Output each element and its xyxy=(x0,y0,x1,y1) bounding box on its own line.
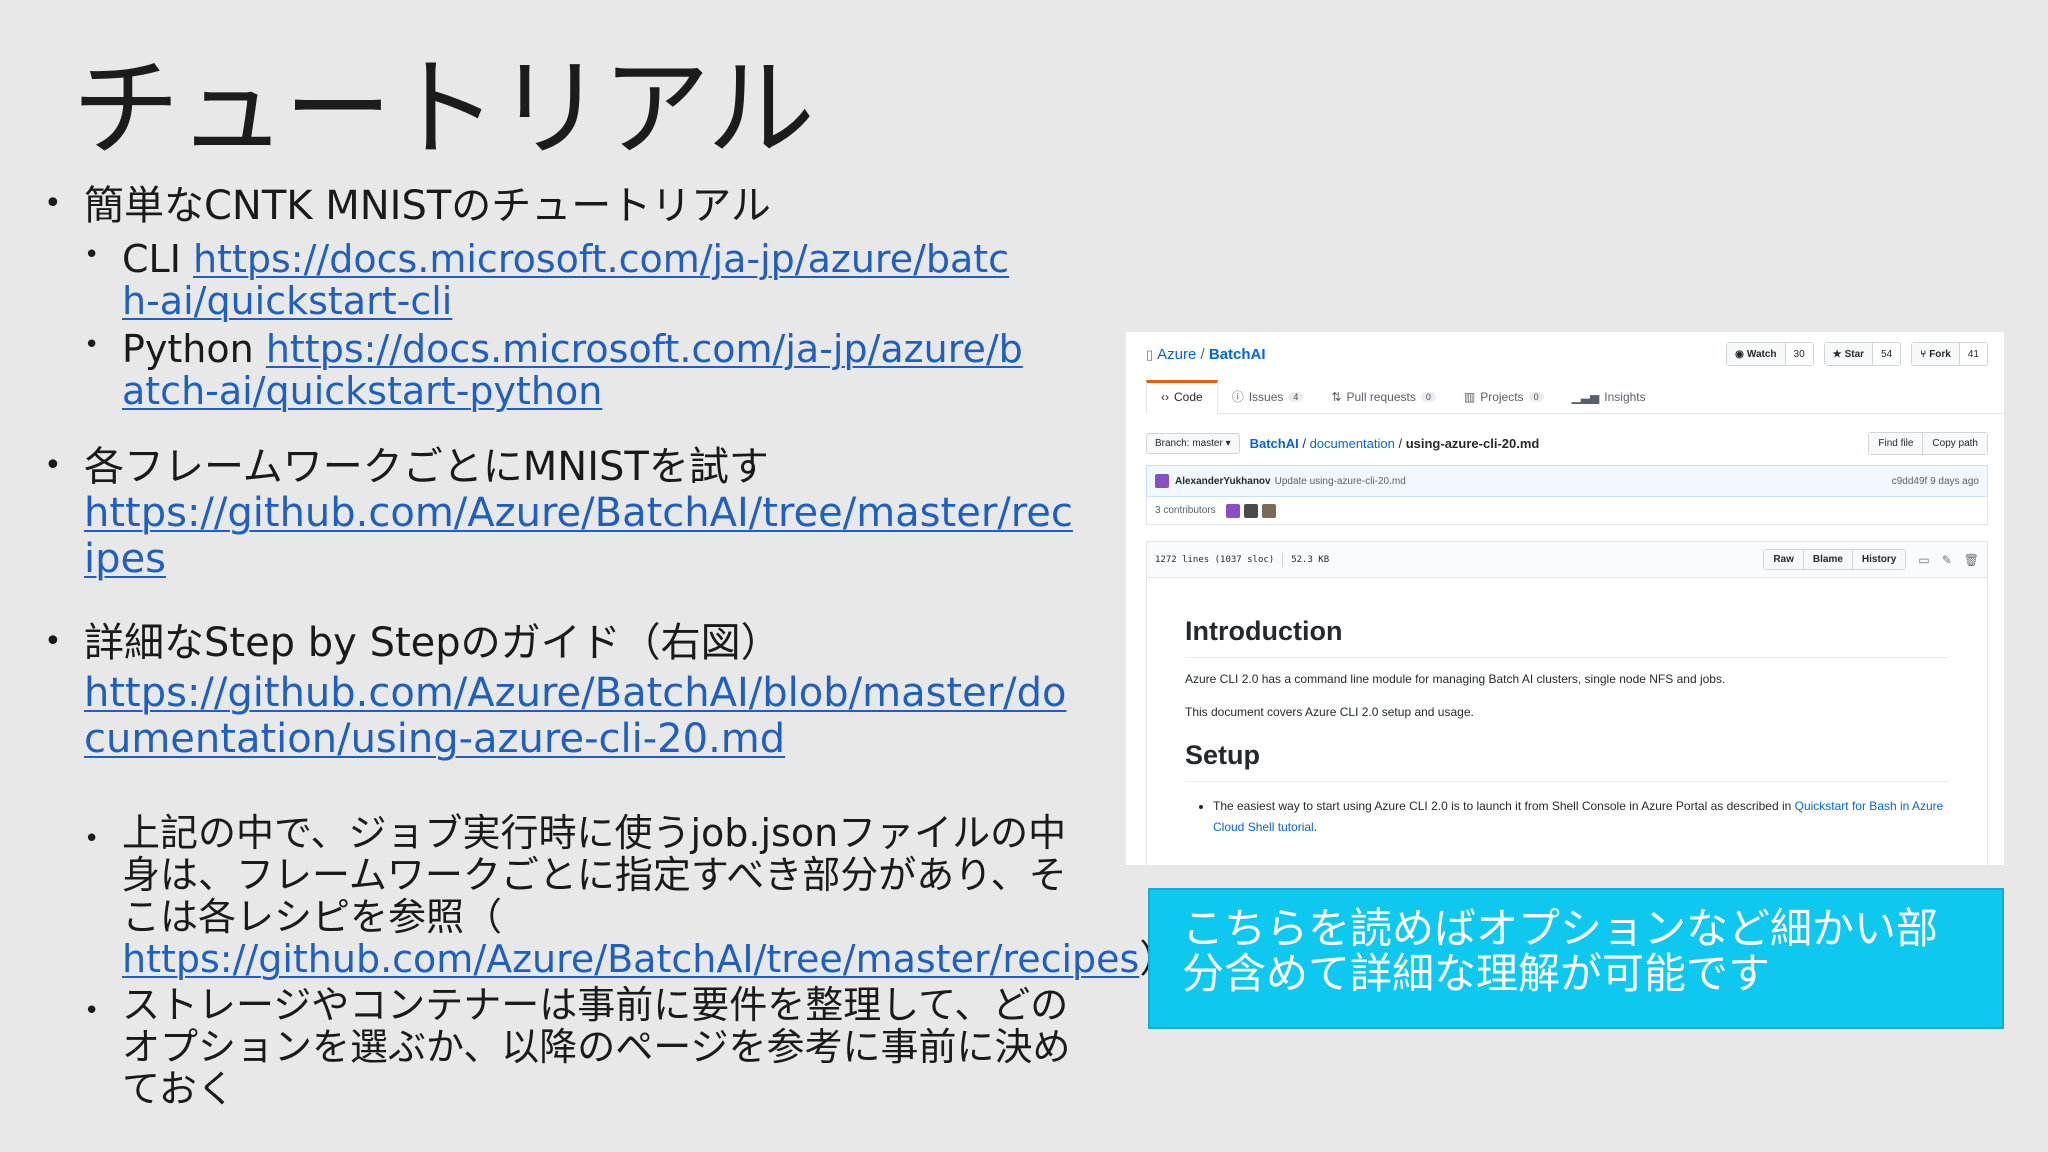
commit-meta[interactable]: c9dd49f 9 days ago xyxy=(1892,476,1979,487)
star-button[interactable]: ★ Star 54 xyxy=(1823,342,1902,366)
pr-count: 0 xyxy=(1420,391,1436,402)
tab-projects[interactable]: ▥ Projects 0 xyxy=(1450,380,1558,413)
fork-count: 41 xyxy=(1967,348,1979,360)
avatar[interactable] xyxy=(1243,503,1258,518)
cli-label: CLI xyxy=(122,237,193,281)
python-label: Python xyxy=(122,327,266,371)
bullet-job-json: 上記の中で、ジョブ実行時に使うjob.jsonファイルの中身は、フレームワークご… xyxy=(122,811,1177,980)
step-guide-text: 詳細なStep by Stepのガイド（右図） xyxy=(84,620,781,666)
bullet-dot: • xyxy=(44,448,62,483)
bullet-storage: ストレージやコンテナーは事前に要件を整理して、どのオプションを選ぶか、以降のペー… xyxy=(122,983,1071,1111)
repo-book-icon: ▯ xyxy=(1146,347,1154,362)
contributors-row: 3 contributors xyxy=(1146,497,1988,525)
repo-actions: ◉ Watch 30 ★ Star 54 ⑂ Fork 41 xyxy=(1726,342,1988,366)
bullet-step-by-step: 詳細なStep by Stepのガイド（右図） https://github.c… xyxy=(84,620,1084,762)
repo-tabs: ‹› Code ⓘ Issues 4 ⇅ Pull requests 0 ▥ Project… xyxy=(1146,380,2004,414)
bullet-python: Python https://docs.microsoft.com/ja-jp/… xyxy=(122,328,1042,412)
star-count: 54 xyxy=(1881,348,1893,360)
copy-path-button[interactable]: Copy path xyxy=(1922,433,1987,454)
tab-issues[interactable]: ⓘ Issues 4 xyxy=(1218,380,1318,413)
pull-request-icon: ⇅ xyxy=(1331,389,1342,404)
repo-owner-link[interactable]: Azure xyxy=(1157,346,1196,363)
branch-selector[interactable]: Branch: master ▾ xyxy=(1146,433,1240,454)
breadcrumb-repo[interactable]: BatchAI xyxy=(1250,436,1299,451)
watch-button[interactable]: ◉ Watch 30 xyxy=(1726,342,1814,366)
code-icon: ‹› xyxy=(1161,390,1169,404)
find-file-button[interactable]: Find file xyxy=(1869,433,1923,454)
avatar[interactable] xyxy=(1261,503,1276,518)
latest-commit: AlexanderYukhanov Update using-azure-cli… xyxy=(1146,465,1988,497)
bullet-dot: • xyxy=(84,240,100,270)
contributors-count[interactable]: 3 contributors xyxy=(1155,505,1216,516)
recipes-link-2[interactable]: https://github.com/Azure/BatchAI/tree/ma… xyxy=(122,937,1139,981)
desktop-icon[interactable]: ▭ xyxy=(1918,553,1929,567)
projects-count: 0 xyxy=(1528,391,1544,402)
bullet-cli: CLI https://docs.microsoft.com/ja-jp/azu… xyxy=(122,238,1022,322)
avatar[interactable] xyxy=(1225,503,1240,518)
file-size: 52.3 KB xyxy=(1291,554,1330,565)
heading-introduction: Introduction xyxy=(1185,578,1949,658)
file-buttons: Raw Blame History xyxy=(1763,549,1907,570)
tab-pull-requests[interactable]: ⇅ Pull requests 0 xyxy=(1317,380,1449,413)
fork-button[interactable]: ⑂ Fork 41 xyxy=(1911,342,1988,366)
issues-count: 4 xyxy=(1288,391,1304,402)
star-icon: ★ xyxy=(1832,348,1842,360)
pencil-icon[interactable]: ✎ xyxy=(1942,553,1952,567)
bullet-dot: • xyxy=(84,330,100,360)
issue-icon: ⓘ xyxy=(1231,390,1244,404)
paragraph: Azure CLI 2.0 has a command line module … xyxy=(1185,672,1726,686)
repo-header: ▯ Azure / BatchAI xyxy=(1146,346,1266,363)
markdown-body: Introduction Azure CLI 2.0 has a command… xyxy=(1147,578,1987,838)
breadcrumb-folder[interactable]: documentation xyxy=(1310,436,1395,451)
avatar xyxy=(1155,474,1169,488)
file-viewer: 1272 lines (1037 sloc) 52.3 KB Raw Blame H… xyxy=(1146,541,1988,865)
eye-icon: ◉ xyxy=(1735,348,1744,360)
file-nav-row: Branch: master ▾ BatchAI / documentation… xyxy=(1146,432,1988,455)
project-icon: ▥ xyxy=(1463,389,1476,404)
bullet-dot: • xyxy=(44,624,62,659)
cli-guide-link[interactable]: https://github.com/Azure/BatchAI/blob/ma… xyxy=(84,670,1084,762)
job-json-text: 上記の中で、ジョブ実行時に使うjob.jsonファイルの中身は、フレームワークご… xyxy=(122,811,1067,939)
breadcrumb-file: using-azure-cli-20.md xyxy=(1405,436,1540,451)
bullet-frameworks: 各フレームワークごとにMNISTを試す https://github.com/A… xyxy=(84,444,1074,582)
tab-insights[interactable]: ▁▃▅ Insights xyxy=(1558,380,1660,413)
trash-icon[interactable]: 🗑 xyxy=(1964,553,1979,567)
setup-list: The easiest way to start using Azure CLI… xyxy=(1185,796,1949,838)
tab-code[interactable]: ‹› Code xyxy=(1146,380,1218,414)
blame-button[interactable]: Blame xyxy=(1802,550,1852,569)
paragraph: This document covers Azure CLI 2.0 setup… xyxy=(1185,705,1474,719)
bullet-dot: • xyxy=(84,824,100,854)
watch-count: 30 xyxy=(1793,348,1805,360)
bullet-dot: • xyxy=(44,186,62,221)
commit-message[interactable]: Update using-azure-cli-20.md xyxy=(1275,476,1406,487)
bullet-cntk-tutorial: 簡単なCNTK MNISTのチュートリアル xyxy=(84,183,771,229)
graph-icon: ▁▃▅ xyxy=(1571,389,1600,404)
file-tools: Find file Copy path xyxy=(1868,432,1988,455)
list-item: The easiest way to start using Azure CLI… xyxy=(1213,796,1949,838)
recipes-link[interactable]: https://github.com/Azure/BatchAI/tree/ma… xyxy=(84,490,1074,582)
callout-box: こちらを読めばオプションなど細かい部分含めて詳細な理解が可能です xyxy=(1148,888,2004,1029)
raw-button[interactable]: Raw xyxy=(1764,550,1803,569)
file-header: 1272 lines (1037 sloc) 52.3 KB Raw Blame H… xyxy=(1147,542,1987,578)
heading-setup: Setup xyxy=(1185,738,1949,782)
bullet-dot: • xyxy=(84,996,100,1026)
fork-icon: ⑂ xyxy=(1920,348,1927,360)
slide-title: チュートリアル xyxy=(72,47,815,172)
file-lines: 1272 lines (1037 sloc) xyxy=(1155,554,1275,565)
commit-author[interactable]: AlexanderYukhanov xyxy=(1175,476,1271,487)
frameworks-text: 各フレームワークごとにMNISTを試す xyxy=(84,444,769,490)
history-button[interactable]: History xyxy=(1851,550,1906,569)
github-screenshot: ▯ Azure / BatchAI ◉ Watch 30 ★ Star 54 ⑂ Fork 4… xyxy=(1126,332,2004,865)
repo-name-link[interactable]: BatchAI xyxy=(1209,346,1266,363)
cli-quickstart-link[interactable]: https://docs.microsoft.com/ja-jp/azure/b… xyxy=(122,237,1009,323)
breadcrumb: BatchAI / documentation / using-azure-cl… xyxy=(1249,436,1540,451)
